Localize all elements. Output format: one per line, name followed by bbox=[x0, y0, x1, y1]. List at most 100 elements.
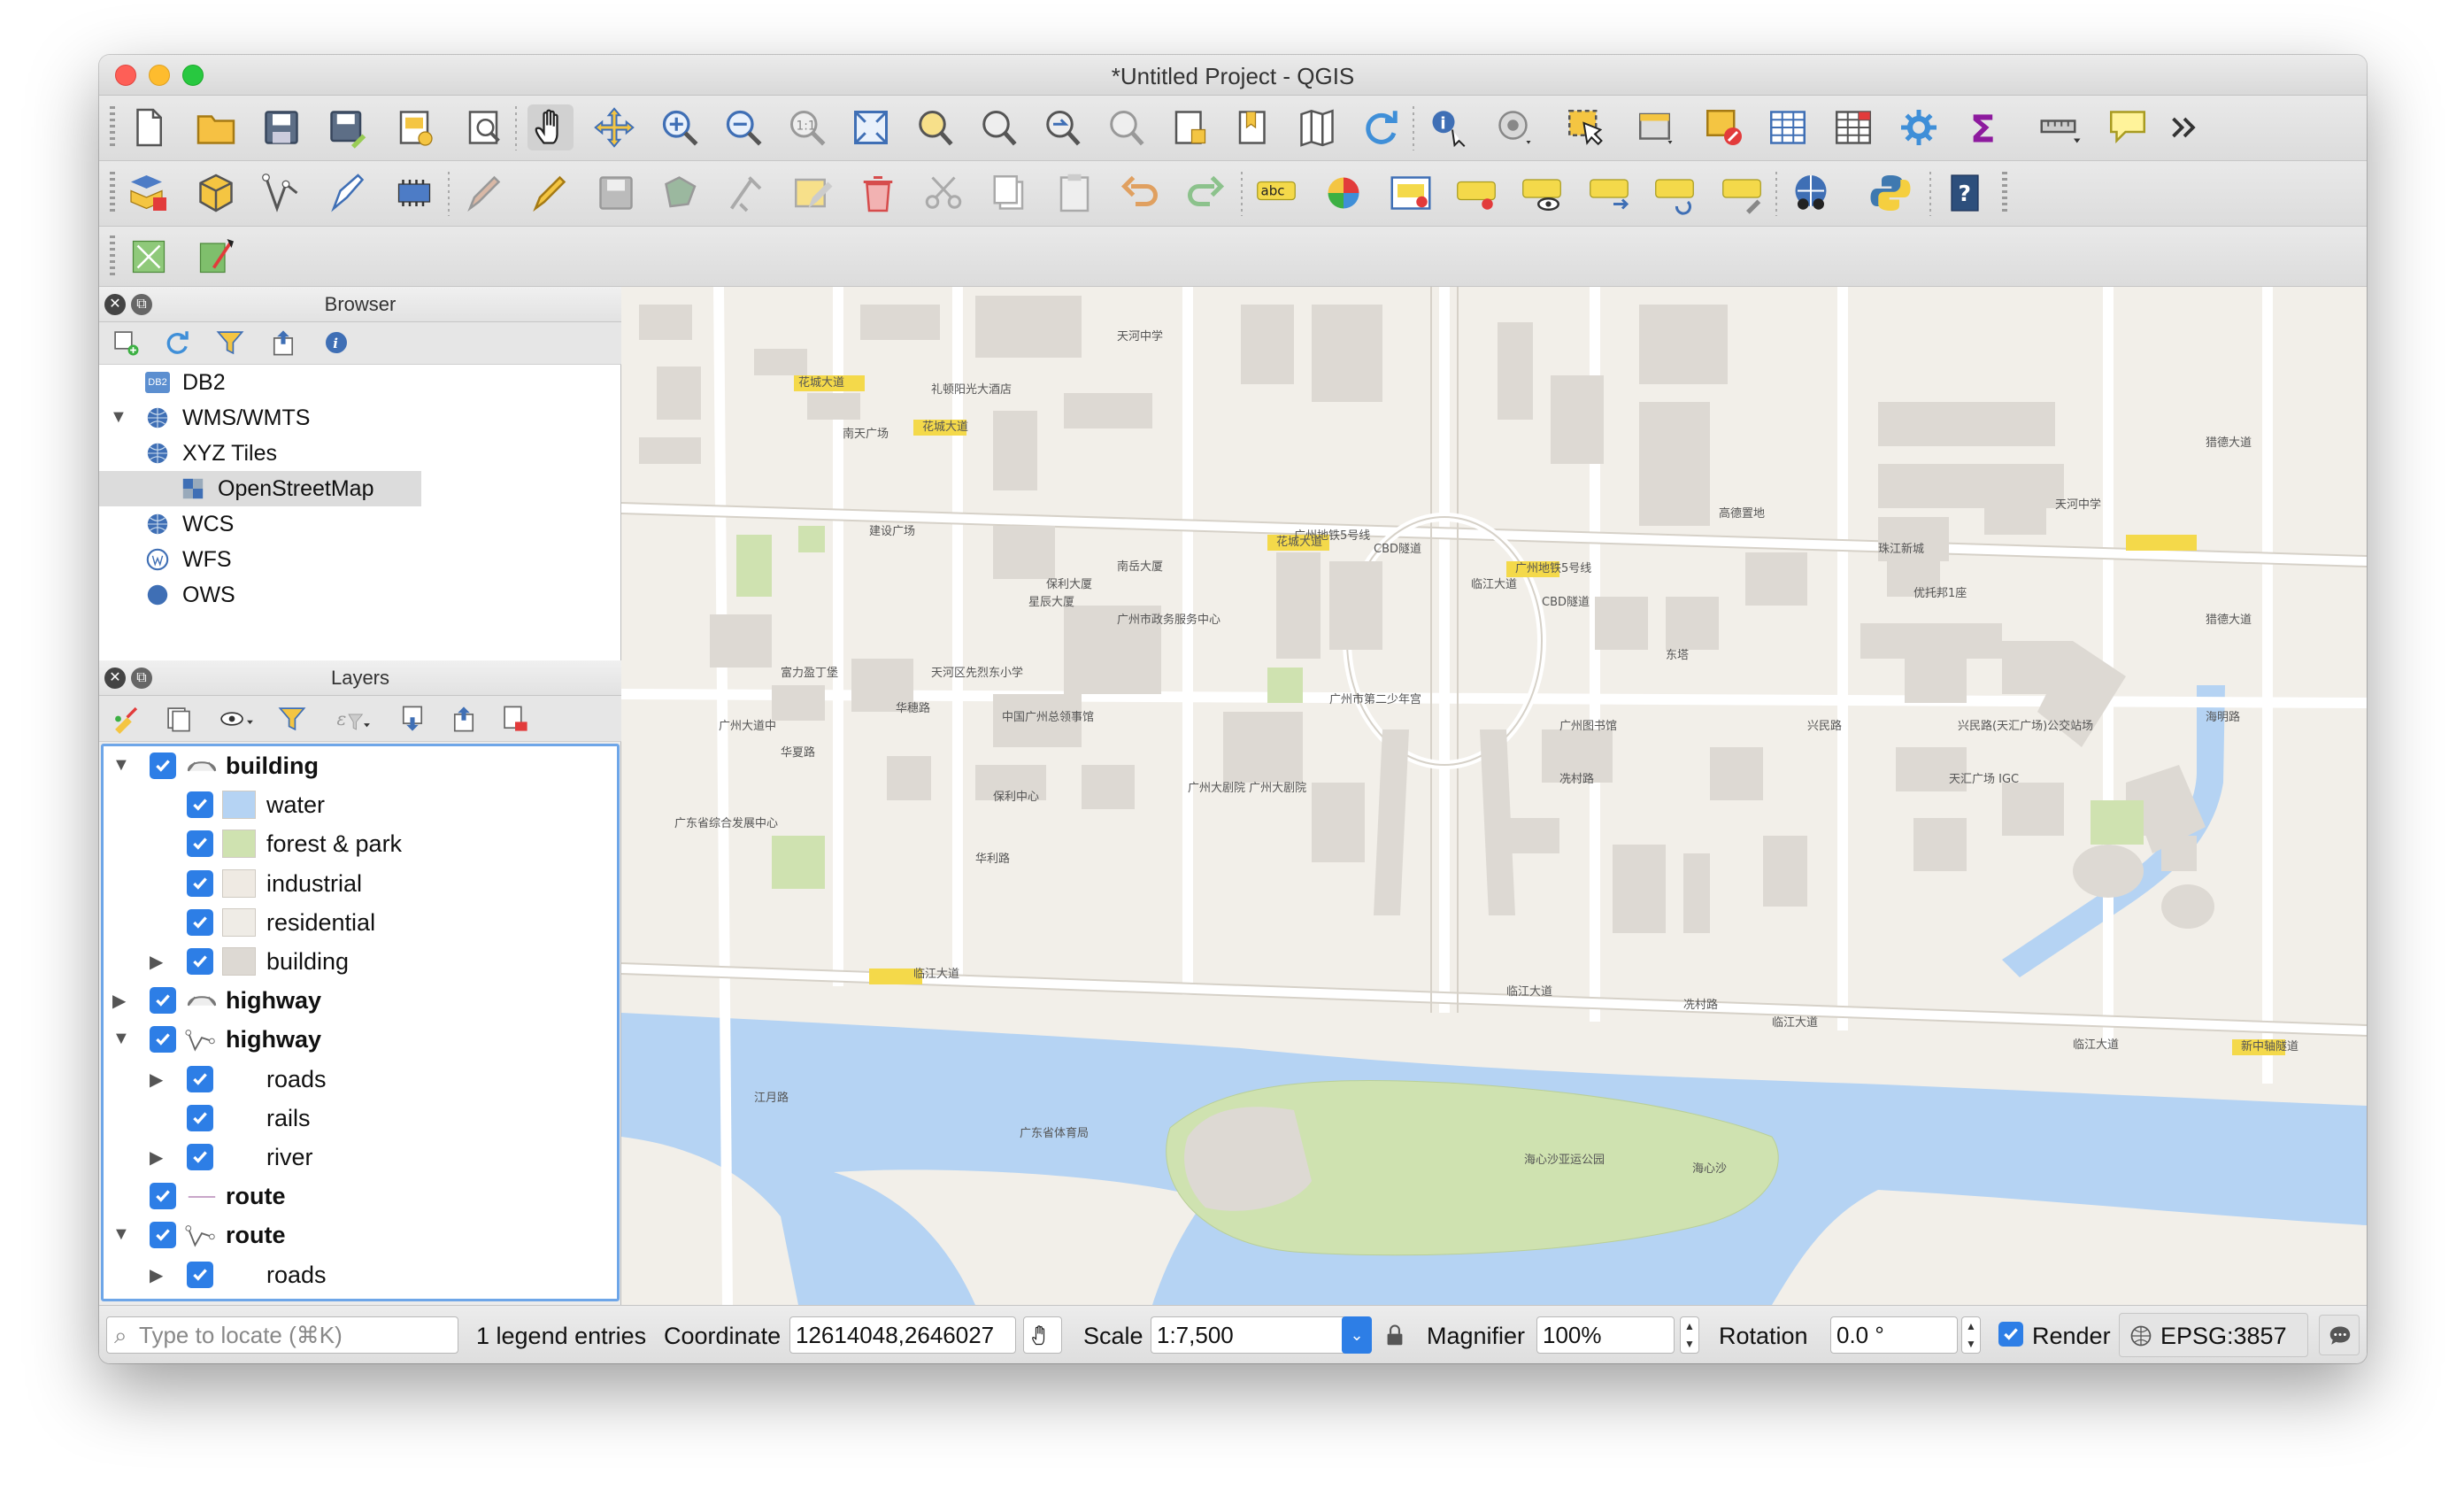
browser-item-openstreetmap[interactable]: OpenStreetMap bbox=[179, 471, 374, 506]
layer-label[interactable]: forest & park bbox=[266, 830, 402, 858]
float-panel-icon[interactable]: ⧉ bbox=[131, 294, 152, 315]
toolbar-grip[interactable] bbox=[110, 172, 115, 214]
current-edits-icon[interactable] bbox=[460, 170, 506, 216]
layer-label[interactable]: industrial bbox=[266, 870, 362, 898]
python-console-icon[interactable] bbox=[1867, 170, 1913, 216]
layer-label[interactable]: route bbox=[226, 1183, 286, 1210]
copy-icon[interactable] bbox=[986, 170, 1032, 216]
help-icon[interactable]: ? bbox=[1942, 170, 1988, 216]
add-selected-layers-icon[interactable] bbox=[106, 322, 145, 363]
collapse-all-icon[interactable] bbox=[443, 698, 485, 740]
field-calculator-icon[interactable] bbox=[1765, 104, 1811, 150]
expand-arrow-icon[interactable]: ▶ bbox=[150, 1069, 163, 1091]
expand-all-icon[interactable] bbox=[391, 698, 434, 740]
browser-item-xyz-tiles[interactable]: XYZ Tiles bbox=[143, 436, 277, 471]
layer-visibility-checkbox[interactable] bbox=[187, 830, 213, 858]
toolbar-grip[interactable] bbox=[110, 106, 115, 149]
layer-label[interactable]: roads bbox=[266, 1066, 327, 1093]
undo-icon[interactable] bbox=[1117, 170, 1163, 216]
refresh-icon[interactable] bbox=[1358, 104, 1404, 150]
layer-visibility-checkbox[interactable] bbox=[187, 1261, 213, 1288]
layer-labeling-icon[interactable]: abc bbox=[1253, 170, 1299, 216]
data-source-manager-icon[interactable] bbox=[126, 170, 172, 216]
deselect-icon[interactable] bbox=[1701, 104, 1747, 150]
toggle-extents-icon[interactable] bbox=[1023, 1316, 1062, 1354]
highlight-pinned-labels-icon[interactable] bbox=[1388, 170, 1434, 216]
zoom-out-icon[interactable] bbox=[720, 104, 766, 150]
collapse-arrow-icon[interactable]: ▼ bbox=[112, 755, 130, 776]
filter-legend-icon[interactable] bbox=[271, 698, 313, 740]
redo-icon[interactable] bbox=[1182, 170, 1228, 216]
locator-search-input[interactable]: ⌕ Type to locate (⌘K) bbox=[106, 1316, 458, 1354]
collapse-all-icon[interactable] bbox=[264, 322, 303, 363]
lock-icon[interactable] bbox=[1379, 1316, 1411, 1354]
new-print-layout-icon[interactable] bbox=[391, 104, 437, 150]
toolbar-grip[interactable] bbox=[110, 235, 115, 278]
zoom-in-icon[interactable] bbox=[657, 104, 703, 150]
pan-icon[interactable] bbox=[527, 104, 574, 150]
collapse-arrow-icon[interactable]: ▼ bbox=[112, 1029, 130, 1049]
pin-labels-icon[interactable] bbox=[1453, 170, 1499, 216]
rotation-field[interactable]: 0.0 ° bbox=[1830, 1316, 1958, 1354]
chevron-down-icon[interactable]: ⌄ bbox=[1342, 1316, 1372, 1354]
layer-visibility-checkbox[interactable] bbox=[150, 987, 176, 1015]
layer-visibility-checkbox[interactable] bbox=[187, 869, 213, 897]
delete-selected-icon[interactable] bbox=[855, 170, 901, 216]
layer-label[interactable]: roads bbox=[266, 1262, 327, 1289]
change-label-icon[interactable] bbox=[1719, 170, 1765, 216]
coordinate-field[interactable]: 12614048,2646027 bbox=[789, 1316, 1016, 1354]
expand-arrow-icon[interactable]: ▼ bbox=[110, 407, 127, 428]
map-canvas[interactable]: 天河中学 天河中学 礼顿阳光大酒店 南天广场 建设广场 南岳大厦 保利大厦 星辰大厦 富力盈丁堡… bbox=[621, 287, 2367, 1305]
action-icon[interactable] bbox=[1492, 104, 1538, 150]
magnifier-stepper[interactable]: ▲ ▼ bbox=[1680, 1316, 1699, 1354]
save-as-icon[interactable] bbox=[324, 104, 370, 150]
save-project-icon[interactable] bbox=[258, 104, 304, 150]
new-project-icon[interactable] bbox=[126, 104, 172, 150]
filter-icon[interactable] bbox=[211, 322, 250, 363]
add-group-icon[interactable] bbox=[158, 698, 200, 740]
new-geopackage-icon[interactable] bbox=[193, 170, 239, 216]
pan-to-selection-icon[interactable] bbox=[591, 104, 637, 150]
new-map-view-icon[interactable] bbox=[1294, 104, 1340, 150]
diagram-icon[interactable] bbox=[1321, 170, 1367, 216]
layer-visibility-checkbox[interactable] bbox=[150, 752, 176, 779]
sum-icon[interactable]: Σ bbox=[1961, 104, 2007, 150]
render-checkbox[interactable] bbox=[1998, 1322, 2023, 1347]
expand-arrow-icon[interactable]: ▶ bbox=[112, 990, 126, 1012]
identify-icon[interactable]: i bbox=[1425, 104, 1471, 150]
layout-manager-icon[interactable] bbox=[460, 104, 506, 150]
toggle-editing-icon[interactable] bbox=[526, 170, 572, 216]
new-temporary-layer-icon[interactable] bbox=[391, 170, 437, 216]
layer-visibility-checkbox[interactable] bbox=[187, 1104, 213, 1131]
rotation-stepper[interactable]: ▲ ▼ bbox=[1961, 1316, 1981, 1354]
layer-visibility-checkbox[interactable] bbox=[187, 791, 213, 819]
browser-item-wms[interactable]: WMS/WMTS bbox=[143, 400, 310, 436]
filter-by-expression-icon[interactable]: ε bbox=[326, 698, 382, 740]
processing-toolbox-icon[interactable] bbox=[1896, 104, 1942, 150]
layer-visibility-checkbox[interactable] bbox=[187, 1144, 213, 1170]
digitize-pen-icon[interactable] bbox=[324, 170, 370, 216]
open-layer-styling-icon[interactable] bbox=[104, 698, 147, 740]
cut-icon[interactable] bbox=[920, 170, 966, 216]
statistics-icon[interactable] bbox=[1830, 104, 1876, 150]
zoom-to-selection-icon[interactable] bbox=[912, 104, 958, 150]
browser-item-ows[interactable]: OWS bbox=[143, 577, 235, 613]
georeferencer-icon[interactable] bbox=[126, 234, 172, 280]
toolbar-grip[interactable] bbox=[2002, 172, 2007, 214]
messages-button[interactable] bbox=[2319, 1315, 2360, 1355]
rotate-label-icon[interactable] bbox=[1652, 170, 1698, 216]
refresh-icon[interactable] bbox=[158, 322, 196, 363]
open-project-icon[interactable] bbox=[193, 104, 239, 150]
layer-label[interactable]: highway bbox=[226, 987, 321, 1015]
layer-visibility-checkbox[interactable] bbox=[187, 1065, 213, 1092]
browser-item-wfs[interactable]: WFS bbox=[143, 542, 232, 577]
layer-label[interactable]: rails bbox=[266, 1105, 311, 1132]
crs-button[interactable]: EPSG:3857 bbox=[2119, 1313, 2308, 1357]
gps-tools-icon[interactable] bbox=[193, 234, 239, 280]
browser-item-db2[interactable]: DB2 DB2 bbox=[143, 365, 226, 400]
collapse-arrow-icon[interactable]: ▼ bbox=[112, 1224, 130, 1245]
layer-visibility-checkbox[interactable] bbox=[187, 908, 213, 936]
layer-label[interactable]: residential bbox=[266, 909, 375, 937]
layer-visibility-checkbox[interactable] bbox=[150, 1222, 176, 1249]
save-edits-icon[interactable] bbox=[593, 170, 639, 216]
